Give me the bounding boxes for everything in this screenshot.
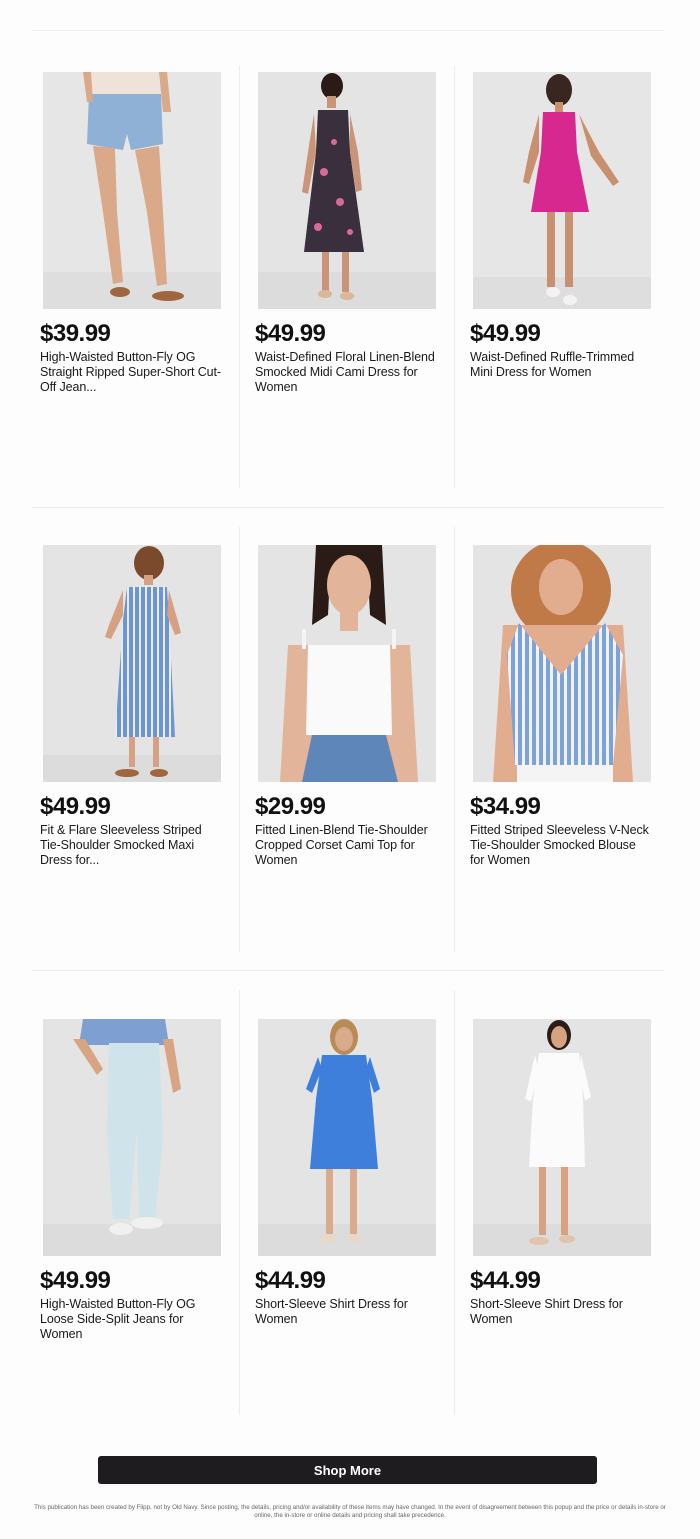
divider bbox=[32, 30, 664, 31]
column-divider bbox=[454, 990, 455, 1415]
light-wash-jeans-photo[interactable] bbox=[43, 1019, 221, 1256]
striped-maxi-dress-photo[interactable] bbox=[43, 545, 221, 782]
white-cami-top-photo[interactable] bbox=[258, 545, 436, 782]
floral-midi-dress-photo[interactable] bbox=[258, 72, 436, 309]
product-price: $49.99 bbox=[40, 793, 111, 820]
product-price: $49.99 bbox=[255, 320, 326, 347]
product-price: $49.99 bbox=[40, 1267, 111, 1294]
product-title[interactable]: Waist-Defined Ruffle-Trimmed Mini Dress … bbox=[470, 350, 652, 380]
column-divider bbox=[239, 990, 240, 1415]
product-title[interactable]: Fitted Linen-Blend Tie-Shoulder Cropped … bbox=[255, 823, 437, 868]
product-price: $39.99 bbox=[40, 320, 111, 347]
column-divider bbox=[239, 527, 240, 952]
shop-more-button[interactable]: Shop More bbox=[98, 1456, 597, 1484]
divider bbox=[32, 970, 664, 971]
product-title[interactable]: High-Waisted Button-Fly OG Straight Ripp… bbox=[40, 350, 222, 395]
column-divider bbox=[454, 527, 455, 952]
product-price: $34.99 bbox=[470, 793, 541, 820]
product-title[interactable]: Waist-Defined Floral Linen-Blend Smocked… bbox=[255, 350, 437, 395]
divider bbox=[32, 507, 664, 508]
product-price: $44.99 bbox=[470, 1267, 541, 1294]
white-shirt-dress-photo[interactable] bbox=[473, 1019, 651, 1256]
product-grid-page: $39.99 High-Waisted Button-Fly OG Straig… bbox=[0, 0, 700, 1539]
product-price: $44.99 bbox=[255, 1267, 326, 1294]
product-title[interactable]: High-Waisted Button-Fly OG Loose Side-Sp… bbox=[40, 1297, 222, 1342]
pink-mini-dress-photo[interactable] bbox=[473, 72, 651, 309]
product-title[interactable]: Fitted Striped Sleeveless V-Neck Tie-Sho… bbox=[470, 823, 652, 868]
column-divider bbox=[239, 66, 240, 488]
disclaimer-text: This publication has been created by Fli… bbox=[34, 1504, 666, 1519]
striped-blouse-photo[interactable] bbox=[473, 545, 651, 782]
denim-shorts-photo[interactable] bbox=[43, 72, 221, 309]
product-title[interactable]: Fit & Flare Sleeveless Striped Tie-Shoul… bbox=[40, 823, 222, 868]
product-title[interactable]: Short-Sleeve Shirt Dress for Women bbox=[255, 1297, 437, 1327]
product-price: $49.99 bbox=[470, 320, 541, 347]
column-divider bbox=[454, 66, 455, 488]
blue-shirt-dress-photo[interactable] bbox=[258, 1019, 436, 1256]
product-price: $29.99 bbox=[255, 793, 326, 820]
product-title[interactable]: Short-Sleeve Shirt Dress for Women bbox=[470, 1297, 652, 1327]
